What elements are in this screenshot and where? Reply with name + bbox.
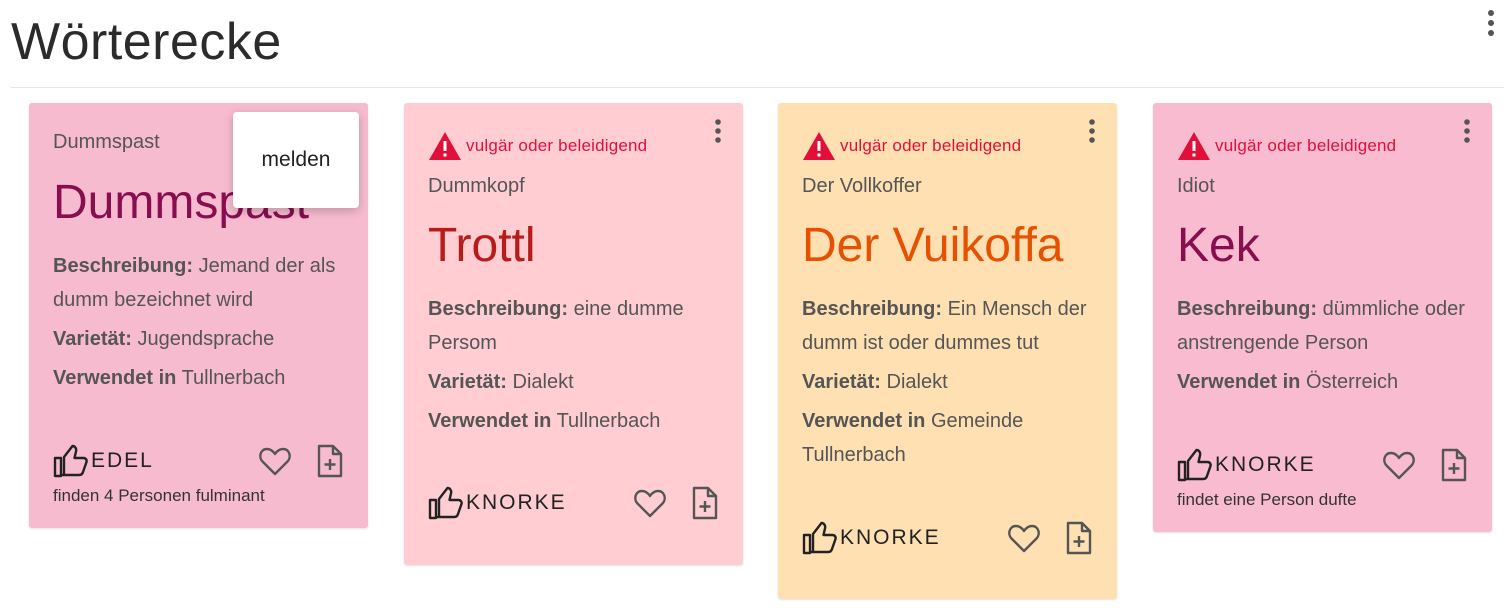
warning-icon: [803, 132, 835, 160]
used-in-line: Verwendet in Tullnerbach: [428, 410, 661, 432]
content-warning: vulgär oder beleidigend: [1177, 131, 1396, 161]
used-in-line: Verwendet in Österreich: [1177, 371, 1399, 393]
thumb-up-icon: [802, 521, 837, 555]
card-actions: [1007, 521, 1093, 555]
thumb-up-icon: [1177, 448, 1212, 482]
word-info: Beschreibung: Ein Mensch der dumm ist od…: [802, 292, 1099, 477]
add-document-icon[interactable]: [1440, 448, 1468, 482]
page: Wörterecke Dummspast Dummspast Beschreib…: [0, 0, 1510, 613]
variety-text: Dialekt: [512, 371, 574, 393]
card-menu-icon[interactable]: [711, 117, 725, 147]
heart-icon[interactable]: [1382, 449, 1416, 481]
rating-summary: findet eine Person dufte: [1177, 490, 1357, 509]
add-document-icon[interactable]: [691, 486, 719, 520]
rating-button[interactable]: KNORKE: [1177, 448, 1316, 482]
variety-line: Varietät: Jugendsprache: [53, 328, 275, 350]
card-actions: [633, 486, 719, 520]
word-card: vulgär oder beleidigend Dummkopf Trottl …: [404, 103, 743, 565]
dialect-word: Trottl: [428, 219, 536, 272]
content-warning: vulgär oder beleidigend: [428, 131, 647, 161]
standard-word: Dummkopf: [428, 175, 525, 197]
dialect-word: Der Vuikoffa: [802, 219, 1064, 272]
report-menu-item[interactable]: melden: [233, 112, 359, 208]
word-info: Beschreibung: eine dumme Persom Varietät…: [428, 292, 725, 443]
add-document-icon[interactable]: [316, 444, 344, 478]
used-in-text: Tullnerbach: [556, 410, 661, 432]
add-document-icon[interactable]: [1065, 521, 1093, 555]
variety-text: Dialekt: [886, 371, 948, 393]
description-line: Beschreibung: Ein Mensch der dumm ist od…: [802, 298, 1087, 354]
used-in-line: Verwendet in Gemeinde Tullnerbach: [802, 410, 1024, 466]
header-divider: [11, 87, 1504, 88]
warning-icon: [1178, 132, 1210, 160]
card-menu-icon[interactable]: [1460, 117, 1474, 147]
variety-text: Jugendsprache: [137, 328, 275, 350]
used-in-text: Tullnerbach: [181, 367, 286, 389]
variety-line: Varietät: Dialekt: [428, 371, 574, 393]
word-info: Beschreibung: dümmliche oder anstrengend…: [1177, 292, 1474, 404]
warning-icon: [429, 132, 461, 160]
heart-icon[interactable]: [633, 487, 667, 519]
rating-button[interactable]: KNORKE: [802, 521, 941, 555]
standard-word: Der Vollkoffer: [802, 175, 922, 197]
dialect-word: Kek: [1177, 219, 1260, 272]
page-menu-icon[interactable]: [1484, 6, 1498, 40]
rating-button[interactable]: EDEL: [53, 444, 154, 478]
description-line: Beschreibung: eine dumme Persom: [428, 298, 684, 354]
rating-label: KNORKE: [840, 526, 941, 549]
rating-label: EDEL: [91, 449, 154, 472]
card-menu-icon[interactable]: [1085, 117, 1099, 147]
used-in-text: Österreich: [1305, 371, 1399, 393]
warning-text: vulgär oder beleidigend: [1215, 136, 1397, 155]
warning-text: vulgär oder beleidigend: [840, 136, 1022, 155]
heart-icon[interactable]: [258, 445, 292, 477]
card-actions: [1382, 448, 1468, 482]
card-actions: [258, 444, 344, 478]
standard-word: Idiot: [1177, 175, 1215, 197]
description-line: Beschreibung: dümmliche oder anstrengend…: [1177, 298, 1465, 354]
rating-label: KNORKE: [466, 491, 567, 514]
thumb-up-icon: [428, 486, 463, 520]
standard-word: Dummspast: [53, 131, 160, 153]
word-card: vulgär oder beleidigend Idiot Kek Beschr…: [1153, 103, 1492, 532]
variety-line: Varietät: Dialekt: [802, 371, 948, 393]
thumb-up-icon: [53, 444, 88, 478]
content-warning: vulgär oder beleidigend: [802, 131, 1021, 161]
page-title: Wörterecke: [11, 13, 282, 71]
warning-text: vulgär oder beleidigend: [466, 136, 648, 155]
rating-button[interactable]: KNORKE: [428, 486, 567, 520]
description-line: Beschreibung: Jemand der als dumm bezeic…: [53, 255, 336, 311]
rating-label: KNORKE: [1215, 453, 1316, 476]
rating-summary: finden 4 Personen fulminant: [53, 486, 265, 505]
word-info: Beschreibung: Jemand der als dumm bezeic…: [53, 249, 350, 400]
word-card: vulgär oder beleidigend Der Vollkoffer D…: [778, 103, 1117, 599]
heart-icon[interactable]: [1007, 522, 1041, 554]
used-in-line: Verwendet in Tullnerbach: [53, 367, 286, 389]
